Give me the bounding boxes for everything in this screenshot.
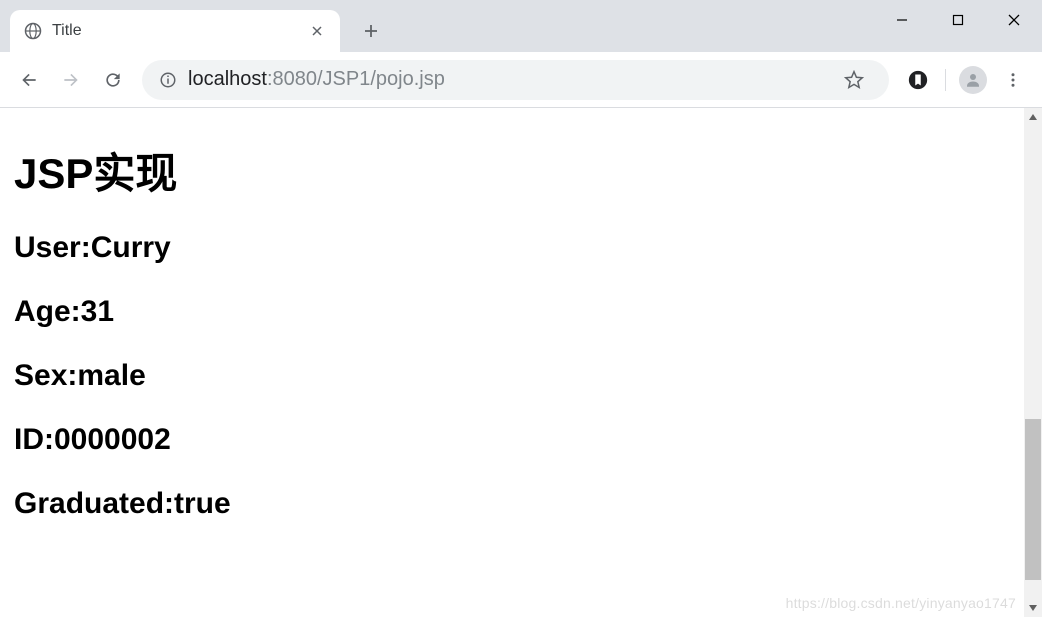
maximize-icon [952,14,964,26]
row-age: Age:31 [14,295,1028,329]
close-icon [1008,14,1020,26]
url-text[interactable]: localhost:8080/JSP1/pojo.jsp [188,68,825,91]
bookmark-badge-icon [907,69,929,91]
profile-button[interactable] [954,61,992,99]
menu-button[interactable] [994,61,1032,99]
forward-button[interactable] [52,61,90,99]
window-maximize-button[interactable] [930,0,986,40]
page-viewport: JSP实现 User:Curry Age:31 Sex:male ID:0000… [0,108,1042,617]
tab-title: Title [52,22,308,40]
page-content: JSP实现 User:Curry Age:31 Sex:male ID:0000… [0,108,1042,565]
reload-icon [103,70,123,90]
watermark-text: https://blog.csdn.net/yinyanyao1747 [786,595,1016,611]
row-graduated: Graduated:true [14,487,1028,521]
scroll-thumb[interactable] [1025,419,1041,580]
window-minimize-button[interactable] [874,0,930,40]
browser-toolbar: localhost:8080/JSP1/pojo.jsp [0,52,1042,108]
globe-icon [24,22,42,40]
back-button[interactable] [10,61,48,99]
site-info-icon[interactable] [158,70,178,90]
address-bar[interactable]: localhost:8080/JSP1/pojo.jsp [142,60,889,100]
tab-close-button[interactable] [308,22,326,40]
plus-icon [363,23,379,39]
scroll-down-icon[interactable] [1024,599,1042,617]
minimize-icon [896,14,908,26]
vertical-scrollbar[interactable] [1024,108,1042,617]
reload-button[interactable] [94,61,132,99]
row-user: User:Curry [14,231,1028,265]
browser-tab[interactable]: Title [10,10,340,52]
new-tab-button[interactable] [354,14,388,48]
bookmark-star-button[interactable] [835,61,873,99]
avatar [959,66,987,94]
scroll-up-icon[interactable] [1024,108,1042,126]
url-host: localhost [188,68,267,90]
row-sex: Sex:male [14,359,1028,393]
star-icon [844,70,864,90]
window-close-button[interactable] [986,0,1042,40]
row-id: ID:0000002 [14,423,1028,457]
reading-list-button[interactable] [899,61,937,99]
page-heading: JSP实现 [14,140,1028,201]
person-icon [964,71,982,89]
kebab-icon [1004,71,1022,89]
toolbar-divider [945,69,946,91]
arrow-left-icon [19,70,39,90]
scroll-track[interactable] [1024,126,1042,599]
url-path: :8080/JSP1/pojo.jsp [267,68,445,90]
arrow-right-icon [61,70,81,90]
